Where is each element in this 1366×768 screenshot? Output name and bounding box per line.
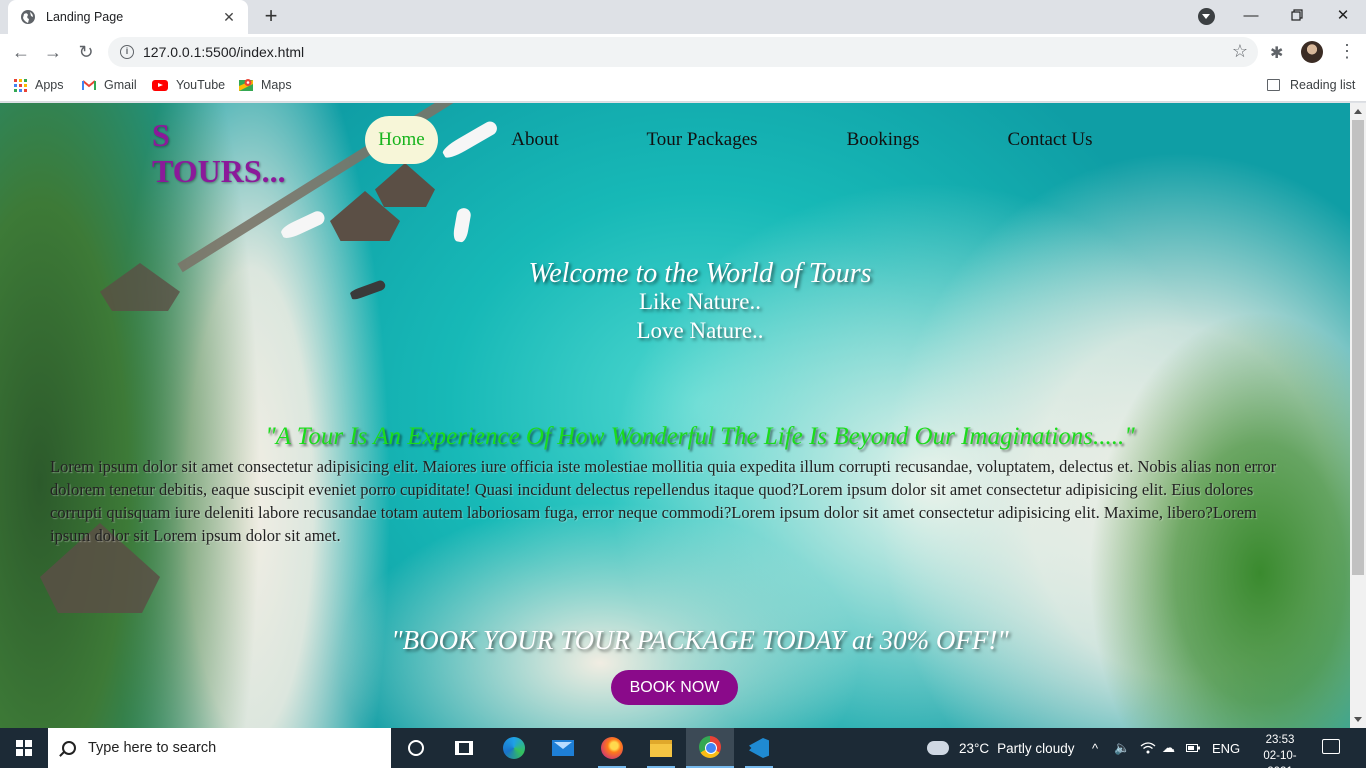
boat-decoration: [452, 207, 472, 243]
intro-paragraph: Lorem ipsum dolor sit amet consectetur a…: [50, 457, 1277, 545]
bookmark-label: Apps: [35, 78, 64, 92]
address-bar[interactable]: i 127.0.0.1:5500/index.html ☆: [108, 37, 1258, 67]
taskbar-clock[interactable]: 23:53 02-10-2021: [1255, 732, 1305, 768]
nav-contact-us[interactable]: Contact Us: [995, 116, 1105, 164]
boat-decoration: [440, 118, 500, 162]
logo-line-2: TOURS...: [152, 153, 286, 189]
mail-button[interactable]: [539, 728, 587, 768]
page-viewport: S TOURS... Home About Tour Packages Book…: [0, 103, 1350, 728]
page-scrollbar[interactable]: [1350, 103, 1366, 728]
start-button[interactable]: [0, 728, 48, 768]
tab-landing-page[interactable]: Landing Page ✕: [8, 0, 248, 34]
close-window-icon[interactable]: ✕: [1320, 0, 1366, 30]
nav-about[interactable]: About: [500, 116, 570, 164]
menu-icon[interactable]: ⋮: [1338, 42, 1356, 60]
bookmark-apps[interactable]: Apps: [14, 78, 64, 92]
vscode-icon: [749, 738, 769, 758]
windows-taskbar: Type here to search 23°C Partly cloudy ^…: [0, 728, 1366, 768]
url-text: 127.0.0.1:5500/index.html: [143, 44, 305, 60]
search-icon: [62, 741, 76, 755]
chrome-icon: [699, 736, 721, 758]
cortana-icon: [408, 740, 424, 756]
partly-cloudy-icon: [925, 735, 949, 755]
clock-time: 23:53: [1265, 734, 1295, 746]
nav-tour-packages[interactable]: Tour Packages: [634, 116, 770, 164]
tour-quote: "A Tour Is An Experience Of How Wonderfu…: [265, 423, 1135, 450]
volume-icon[interactable]: 🔈: [1114, 728, 1130, 768]
maps-icon: [239, 79, 253, 91]
new-tab-icon[interactable]: +: [258, 4, 284, 30]
scroll-down-icon[interactable]: [1354, 717, 1362, 722]
weather-temp: 23°C: [959, 740, 990, 756]
firefox-icon: [601, 737, 623, 759]
mail-icon: [552, 740, 574, 756]
reading-list-label: Reading list: [1290, 78, 1356, 92]
bookmark-label: YouTube: [176, 78, 226, 92]
nav-home[interactable]: Home: [365, 116, 438, 164]
notification-center-icon[interactable]: [1322, 739, 1340, 754]
boat-decoration: [279, 208, 327, 242]
folder-icon: [650, 739, 672, 757]
close-tab-icon[interactable]: ✕: [220, 9, 238, 26]
taskbar-search-placeholder: Type here to search: [88, 740, 217, 756]
nav-bookings[interactable]: Bookings: [835, 116, 931, 164]
cortana-button[interactable]: [392, 728, 440, 768]
reading-list-icon: [1267, 79, 1280, 91]
edge-icon: [503, 737, 525, 759]
extensions-icon[interactable]: ✱: [1270, 43, 1283, 63]
show-hidden-icons[interactable]: ^: [1092, 728, 1098, 768]
restore-icon[interactable]: [1274, 0, 1320, 30]
wifi-icon[interactable]: [1140, 728, 1156, 768]
task-view-icon: [455, 741, 473, 755]
onedrive-icon[interactable]: ☁: [1162, 728, 1175, 768]
windows-logo-icon: [16, 740, 32, 756]
clock-date: 02-10-2021: [1263, 750, 1297, 768]
bookmark-label: Gmail: [104, 78, 137, 92]
scroll-thumb[interactable]: [1352, 120, 1364, 575]
edge-button[interactable]: [490, 728, 538, 768]
forward-icon[interactable]: →: [40, 39, 66, 65]
vscode-button[interactable]: [735, 728, 783, 768]
chrome-button[interactable]: [686, 728, 734, 768]
gmail-icon: [82, 79, 96, 90]
task-view-button[interactable]: [440, 728, 488, 768]
language-indicator[interactable]: ENG: [1212, 728, 1240, 768]
tab-search-icon[interactable]: [1198, 8, 1215, 25]
taskbar-search[interactable]: Type here to search: [48, 728, 391, 768]
reload-icon[interactable]: ↻: [73, 39, 99, 65]
tab-strip: Landing Page ✕ + — ✕: [0, 0, 1366, 34]
back-icon[interactable]: ←: [8, 39, 34, 65]
bookmark-label: Maps: [261, 78, 292, 92]
globe-icon: [21, 10, 35, 24]
welcome-line-2: Love Nature..: [636, 318, 764, 343]
file-explorer-button[interactable]: [637, 728, 685, 768]
site-info-icon[interactable]: i: [120, 45, 134, 59]
bookmark-star-icon[interactable]: ☆: [1232, 41, 1248, 62]
welcome-line-1: Like Nature..: [639, 289, 761, 314]
book-now-button[interactable]: BOOK NOW: [611, 670, 738, 705]
battery-icon[interactable]: [1186, 728, 1200, 768]
reading-list[interactable]: Reading list: [1267, 78, 1355, 92]
bookmark-gmail[interactable]: Gmail: [82, 78, 137, 92]
tab-title: Landing Page: [46, 10, 124, 24]
youtube-icon: [152, 79, 168, 91]
bookmark-maps[interactable]: Maps: [239, 78, 292, 92]
scroll-up-icon[interactable]: [1354, 109, 1362, 114]
bookmark-youtube[interactable]: YouTube: [152, 78, 225, 92]
firefox-button[interactable]: [588, 728, 636, 768]
logo-line-1: S: [152, 117, 170, 153]
site-logo[interactable]: S TOURS...: [152, 117, 286, 189]
minimize-icon[interactable]: —: [1228, 0, 1274, 30]
profile-avatar[interactable]: [1301, 41, 1323, 63]
welcome-title: Welcome to the World of Tours: [528, 258, 872, 289]
browser-toolbar: ← → ↻ i 127.0.0.1:5500/index.html ☆ ✱ ⋮: [0, 34, 1366, 70]
weather-widget[interactable]: 23°C Partly cloudy: [925, 728, 1075, 768]
promo-banner: "BOOK YOUR TOUR PACKAGE TODAY at 30% OFF…: [391, 625, 1009, 655]
bookmarks-bar: Apps Gmail YouTube Maps Reading list: [0, 70, 1366, 102]
weather-desc: Partly cloudy: [997, 740, 1075, 756]
apps-grid-icon: [14, 78, 27, 92]
hut-decoration: [375, 163, 435, 207]
